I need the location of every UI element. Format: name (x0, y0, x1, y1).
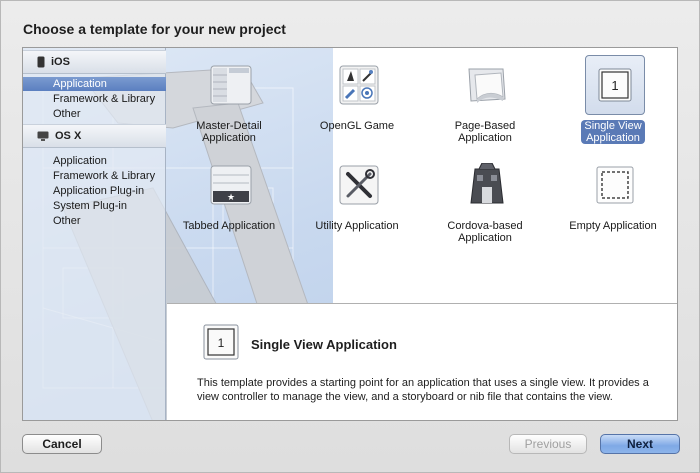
sidebar-group-ios[interactable]: iOS (23, 50, 166, 74)
master-detail-icon (204, 58, 258, 112)
template-label-line1: OpenGL Game (319, 120, 395, 132)
svg-text:1: 1 (611, 78, 618, 93)
svg-text:1: 1 (218, 336, 225, 350)
template-label: OpenGL Game (299, 120, 415, 132)
template-grid: Master-Detail Application OpenGL Game Pa… (167, 48, 677, 293)
template-label-line1: Master-Detail (196, 120, 262, 132)
sidebar-group-osx[interactable]: OS X (23, 124, 166, 148)
template-label: Master-Detail Application (171, 120, 287, 144)
template-label-line1: Page-Based (454, 120, 516, 132)
template-label-line2: Application (458, 232, 512, 244)
template-empty[interactable]: Empty Application (555, 154, 671, 254)
template-label-line1: Empty Application (569, 220, 657, 232)
svg-text:★: ★ (227, 193, 235, 203)
template-label-line2: Application (586, 132, 640, 144)
sidebar-item-ios-framework-library[interactable]: Framework & Library (23, 92, 166, 106)
detail-description: This template provides a starting point … (197, 377, 649, 403)
sidebar-group-label: iOS (51, 56, 70, 68)
new-project-sheet: Choose a template for your new project i… (0, 0, 700, 473)
previous-button[interactable]: Previous (509, 434, 587, 454)
template-label: Tabbed Application (171, 220, 287, 232)
sidebar-item-ios-other[interactable]: Other (23, 107, 166, 121)
template-master-detail[interactable]: Master-Detail Application (171, 54, 287, 154)
page-based-icon (460, 58, 514, 112)
template-label-line2: Application (202, 132, 256, 144)
template-label-line1: Single View (584, 120, 642, 132)
detail-title: Single View Application (251, 337, 397, 352)
sidebar-group-label: OS X (55, 130, 82, 142)
template-label-line1: Tabbed Application (182, 220, 276, 232)
template-chooser: iOS Application Framework & Library Othe… (22, 47, 678, 421)
sidebar-item-osx-system-plugin[interactable]: System Plug-in (23, 199, 166, 213)
template-label: Page-Based Application (427, 120, 543, 144)
template-label: Empty Application (555, 220, 671, 232)
iphone-icon (37, 56, 45, 68)
sidebar-item-osx-application-plugin[interactable]: Application Plug-in (23, 184, 166, 198)
platform-sidebar: iOS Application Framework & Library Othe… (23, 48, 166, 420)
utility-icon (332, 158, 386, 212)
template-label: Utility Application (299, 220, 415, 232)
template-single-view[interactable]: 1 Single View Application (555, 54, 671, 154)
template-label-line1: Cordova-based (447, 220, 523, 232)
template-tabbed[interactable]: ★ Tabbed Application (171, 154, 287, 254)
sidebar-item-osx-application[interactable]: Application (23, 154, 166, 168)
template-opengl-game[interactable]: OpenGL Game (299, 54, 415, 154)
sidebar-item-osx-other[interactable]: Other (23, 214, 166, 228)
template-cordova[interactable]: Cordova-based Application (427, 154, 543, 254)
next-button[interactable]: Next (600, 434, 680, 454)
tabbed-icon: ★ (204, 158, 258, 212)
single-view-icon: 1 (585, 55, 645, 115)
template-label-line2: Application (458, 132, 512, 144)
mac-icon (37, 131, 49, 142)
empty-app-icon (588, 158, 642, 212)
template-label-line1: Utility Application (315, 220, 399, 232)
cancel-button[interactable]: Cancel (22, 434, 102, 454)
single-view-icon: 1 (203, 324, 239, 360)
opengl-game-icon (332, 58, 386, 112)
dialog-title: Choose a template for your new project (23, 21, 286, 37)
template-label: Single View Application (555, 120, 671, 144)
sidebar-item-ios-application[interactable]: Application (23, 77, 166, 91)
template-detail-panel: 1 Single View Application This template … (167, 303, 677, 420)
sidebar-item-osx-framework-library[interactable]: Framework & Library (23, 169, 166, 183)
cordova-icon (460, 158, 514, 212)
template-utility[interactable]: Utility Application (299, 154, 415, 254)
template-page-based[interactable]: Page-Based Application (427, 54, 543, 154)
template-label: Cordova-based Application (427, 220, 543, 244)
